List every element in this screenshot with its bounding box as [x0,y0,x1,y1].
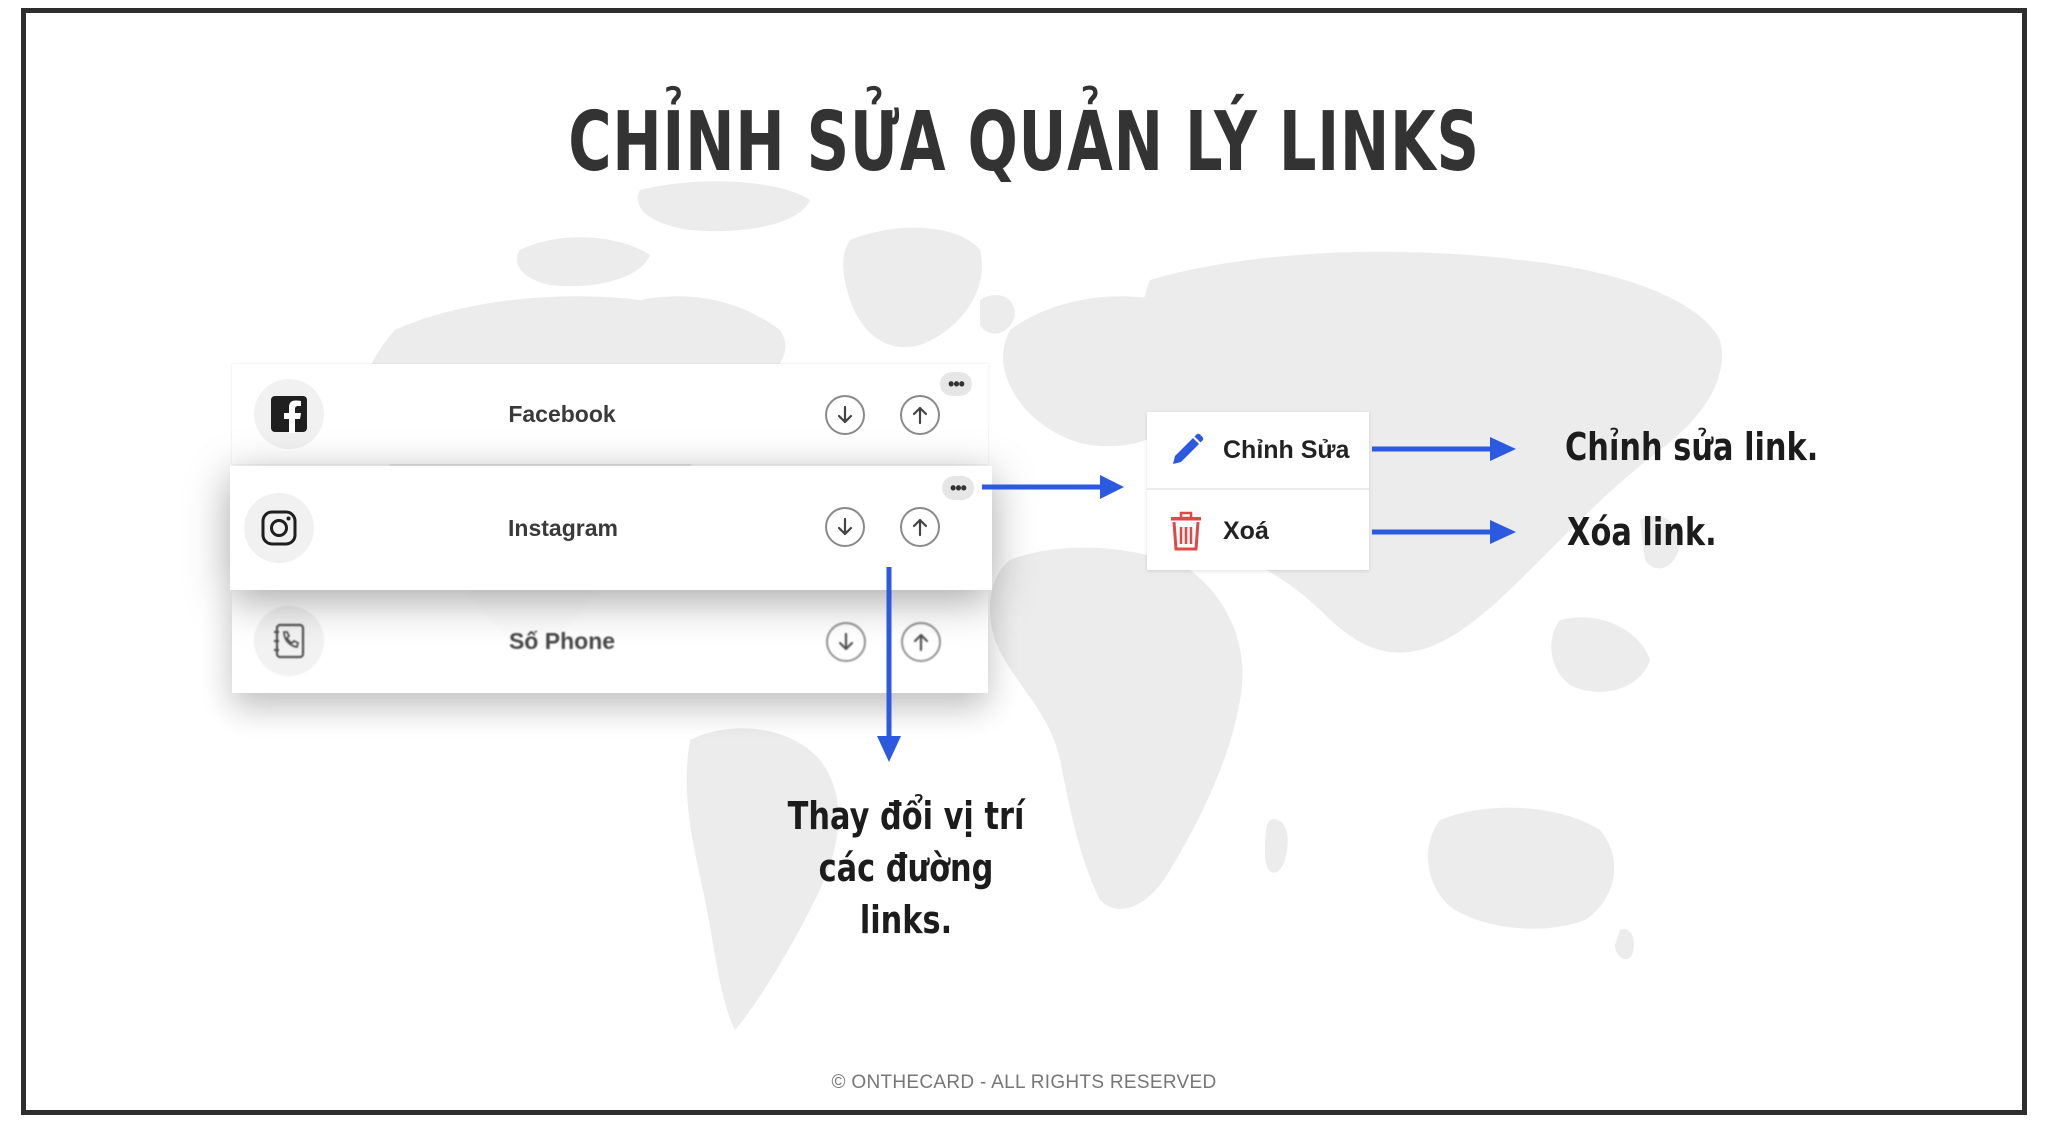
arrow-up-icon [912,406,928,425]
more-options-button[interactable]: ••• [940,372,972,396]
pencil-icon-wrap [1165,430,1207,472]
arrow-down-icon [837,405,853,424]
menu-label-edit: Chỉnh Sửa [1223,435,1350,464]
link-label-phone: Số Phone [508,628,616,654]
link-label-facebook: Facebook [508,400,616,427]
menu-label-delete: Xoá [1223,516,1269,545]
link-label-instagram: Instagram [508,514,618,541]
pencil-icon [1173,433,1204,464]
more-options-button[interactable]: ••• [942,476,974,500]
menu-item-delete[interactable]: Xoá [1147,492,1369,570]
note-edit-link: Chỉnh sửa link. [1565,425,1819,469]
arrow-down-icon [838,632,854,651]
link-row-facebook[interactable]: Facebook ••• [232,364,988,464]
move-down-button[interactable] [825,507,865,547]
move-down-button[interactable] [826,622,866,662]
move-down-button[interactable] [825,395,865,435]
move-up-button[interactable] [901,622,941,662]
slide-title: CHỈNH SỬA QUẢN LÝ LINKS [568,95,1480,190]
note-reorder-links: Thay đổi vị trí các đường links. [787,794,1025,942]
copyright-footer: © ONTHECARD - ALL RIGHTS RESERVED [831,1072,1217,1093]
link-row-instagram[interactable]: Instagram ••• [230,466,992,590]
arrow-up-icon [913,633,929,652]
note-delete-link: Xóa link. [1567,510,1717,554]
link-action-menu: Chỉnh Sửa Xoá [1147,412,1369,570]
move-up-button[interactable] [900,507,940,547]
arrow-up-icon [912,518,928,537]
trash-icon [1171,511,1201,551]
menu-item-edit[interactable]: Chỉnh Sửa [1147,412,1369,490]
arrow-down-icon [837,517,853,536]
trash-icon-wrap [1165,510,1207,552]
move-up-button[interactable] [900,395,940,435]
link-row-phone[interactable]: Số Phone [232,590,988,693]
